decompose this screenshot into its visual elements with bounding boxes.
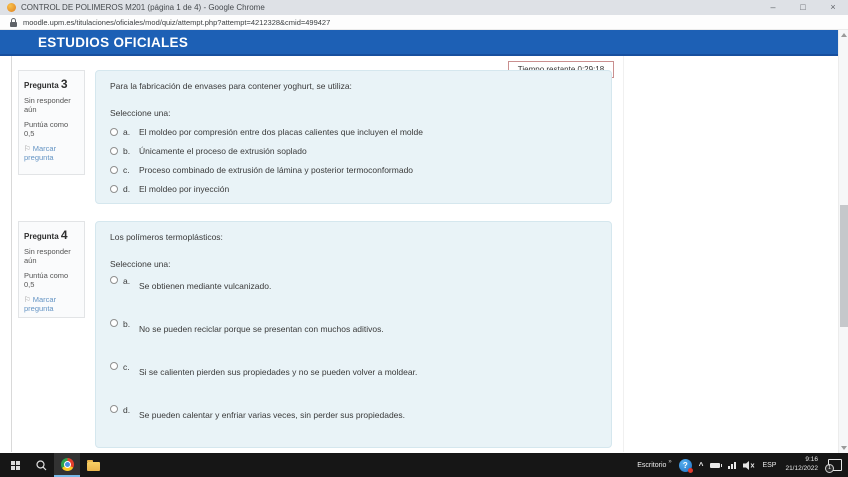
system-tray: Escritorio » ? ^ ESP 9:16 21/12/2022 1 xyxy=(637,453,848,477)
start-button[interactable] xyxy=(2,453,28,477)
answer-option: b. No se pueden reciclar porque se prese… xyxy=(110,318,597,334)
close-button[interactable]: × xyxy=(818,0,848,15)
option-letter: d. xyxy=(123,184,134,194)
content-left-border xyxy=(11,56,12,452)
option-label[interactable]: Únicamente el proceso de extrusión sopla… xyxy=(139,146,307,156)
option-label[interactable]: El moldeo por compresión entre dos placa… xyxy=(139,127,423,137)
language-indicator[interactable]: ESP xyxy=(762,462,776,469)
answer-option: b. Únicamente el proceso de extrusión so… xyxy=(110,146,597,156)
flag-question-link[interactable]: ⚐Marcar pregunta xyxy=(24,144,79,163)
answer-option: c. Proceso combinado de extrusión de lám… xyxy=(110,165,597,175)
search-icon xyxy=(36,460,47,471)
option-letter: b. xyxy=(123,318,134,329)
desktop-toolbar-label[interactable]: Escritorio xyxy=(637,462,666,469)
volume-muted-icon[interactable] xyxy=(743,461,755,470)
option-letter: d. xyxy=(123,404,134,415)
question-text: Los polímeros termoplásticos: xyxy=(110,232,597,242)
radio-button[interactable] xyxy=(110,276,118,284)
radio-button[interactable] xyxy=(110,128,118,136)
scrollbar-thumb[interactable] xyxy=(840,205,848,327)
window-title: CONTROL DE POLIMEROS M201 (página 1 de 4… xyxy=(21,3,265,12)
question-number: Pregunta 3 xyxy=(24,77,79,92)
answer-option: c. Si se calienten pierden sus propiedad… xyxy=(110,361,597,377)
taskbar-clock[interactable]: 9:16 21/12/2022 xyxy=(785,456,818,474)
question-4-info: Pregunta 4 Sin responder aún Puntúa como… xyxy=(18,221,85,318)
question-points: Puntúa como 0,5 xyxy=(24,120,79,139)
site-header: ESTUDIOS OFICIALES xyxy=(0,30,838,56)
question-3-info: Pregunta 3 Sin responder aún Puntúa como… xyxy=(18,70,85,175)
maximize-button[interactable]: □ xyxy=(788,0,818,15)
window-controls: – □ × xyxy=(758,0,848,15)
url-text[interactable]: moodle.upm.es/titulaciones/oficiales/mod… xyxy=(23,18,330,27)
battery-icon[interactable] xyxy=(710,463,720,468)
taskbar-chrome-button[interactable] xyxy=(54,453,80,477)
question-points: Puntúa como 0,5 xyxy=(24,271,79,290)
clock-time: 9:16 xyxy=(785,456,818,465)
windows-logo-icon xyxy=(11,461,20,470)
select-one-label: Seleccione una: xyxy=(110,259,597,269)
answer-option: a. El moldeo por compresión entre dos pl… xyxy=(110,127,597,137)
clock-date: 21/12/2022 xyxy=(785,465,818,474)
notification-badge-icon xyxy=(688,468,693,473)
scroll-down-arrow-icon[interactable] xyxy=(841,446,847,450)
option-label[interactable]: No se pueden reciclar porque se presenta… xyxy=(139,318,384,334)
quiz-page: Tiempo restante 0:29:18 Pregunta 3 Sin r… xyxy=(0,56,838,453)
taskbar-explorer-button[interactable] xyxy=(80,453,106,477)
radio-button[interactable] xyxy=(110,362,118,370)
action-center-badge: 1 xyxy=(825,464,834,473)
toolbar-overflow-icon[interactable]: » xyxy=(668,459,671,465)
select-one-label: Seleccione una: xyxy=(110,108,597,118)
option-label[interactable]: El moldeo por inyección xyxy=(139,184,229,194)
network-icon[interactable] xyxy=(728,462,736,469)
option-letter: c. xyxy=(123,165,134,175)
question-status: Sin responder aún xyxy=(24,247,79,266)
option-letter: a. xyxy=(123,127,134,137)
site-favicon-icon xyxy=(7,3,16,12)
tray-expand-chevron-icon[interactable]: ^ xyxy=(699,461,704,470)
question-status: Sin responder aún xyxy=(24,96,79,115)
screen: CONTROL DE POLIMEROS M201 (página 1 de 4… xyxy=(0,0,848,477)
option-label[interactable]: Se obtienen mediante vulcanizado. xyxy=(139,275,271,291)
window-titlebar: CONTROL DE POLIMEROS M201 (página 1 de 4… xyxy=(0,0,848,15)
taskbar: Escritorio » ? ^ ESP 9:16 21/12/2022 1 xyxy=(0,453,848,477)
radio-button[interactable] xyxy=(110,147,118,155)
taskbar-search-button[interactable] xyxy=(28,453,54,477)
lock-icon xyxy=(10,18,17,27)
option-letter: a. xyxy=(123,275,134,286)
flag-question-link[interactable]: ⚐Marcar pregunta xyxy=(24,295,79,314)
url-bar[interactable]: moodle.upm.es/titulaciones/oficiales/mod… xyxy=(0,15,848,30)
minimize-button[interactable]: – xyxy=(758,0,788,15)
content-right-divider xyxy=(623,56,624,452)
option-label[interactable]: Se pueden calentar y enfriar varias vece… xyxy=(139,404,405,420)
help-tray-icon[interactable]: ? xyxy=(679,459,692,472)
radio-button[interactable] xyxy=(110,166,118,174)
site-header-title: ESTUDIOS OFICIALES xyxy=(38,35,188,50)
answer-option: a. Se obtienen mediante vulcanizado. xyxy=(110,275,597,291)
question-4-body: Los polímeros termoplásticos: Seleccione… xyxy=(95,221,612,448)
radio-button[interactable] xyxy=(110,319,118,327)
option-label[interactable]: Proceso combinado de extrusión de lámina… xyxy=(139,165,413,175)
file-explorer-icon xyxy=(87,462,100,471)
radio-button[interactable] xyxy=(110,405,118,413)
answer-option: d. Se pueden calentar y enfriar varias v… xyxy=(110,404,597,420)
page-scrollbar[interactable] xyxy=(838,30,848,453)
question-3-body: Para la fabricación de envases para cont… xyxy=(95,70,612,204)
option-label[interactable]: Si se calienten pierden sus propiedades … xyxy=(139,361,417,377)
question-number: Pregunta 4 xyxy=(24,228,79,243)
action-center-icon[interactable]: 1 xyxy=(828,459,842,471)
flag-icon: ⚐ xyxy=(24,144,31,153)
flag-icon: ⚐ xyxy=(24,295,31,304)
radio-button[interactable] xyxy=(110,185,118,193)
question-text: Para la fabricación de envases para cont… xyxy=(110,81,597,91)
option-letter: b. xyxy=(123,146,134,156)
chrome-icon xyxy=(61,458,74,471)
option-letter: c. xyxy=(123,361,134,372)
answer-option: d. El moldeo por inyección xyxy=(110,184,597,194)
scroll-up-arrow-icon[interactable] xyxy=(841,33,847,37)
